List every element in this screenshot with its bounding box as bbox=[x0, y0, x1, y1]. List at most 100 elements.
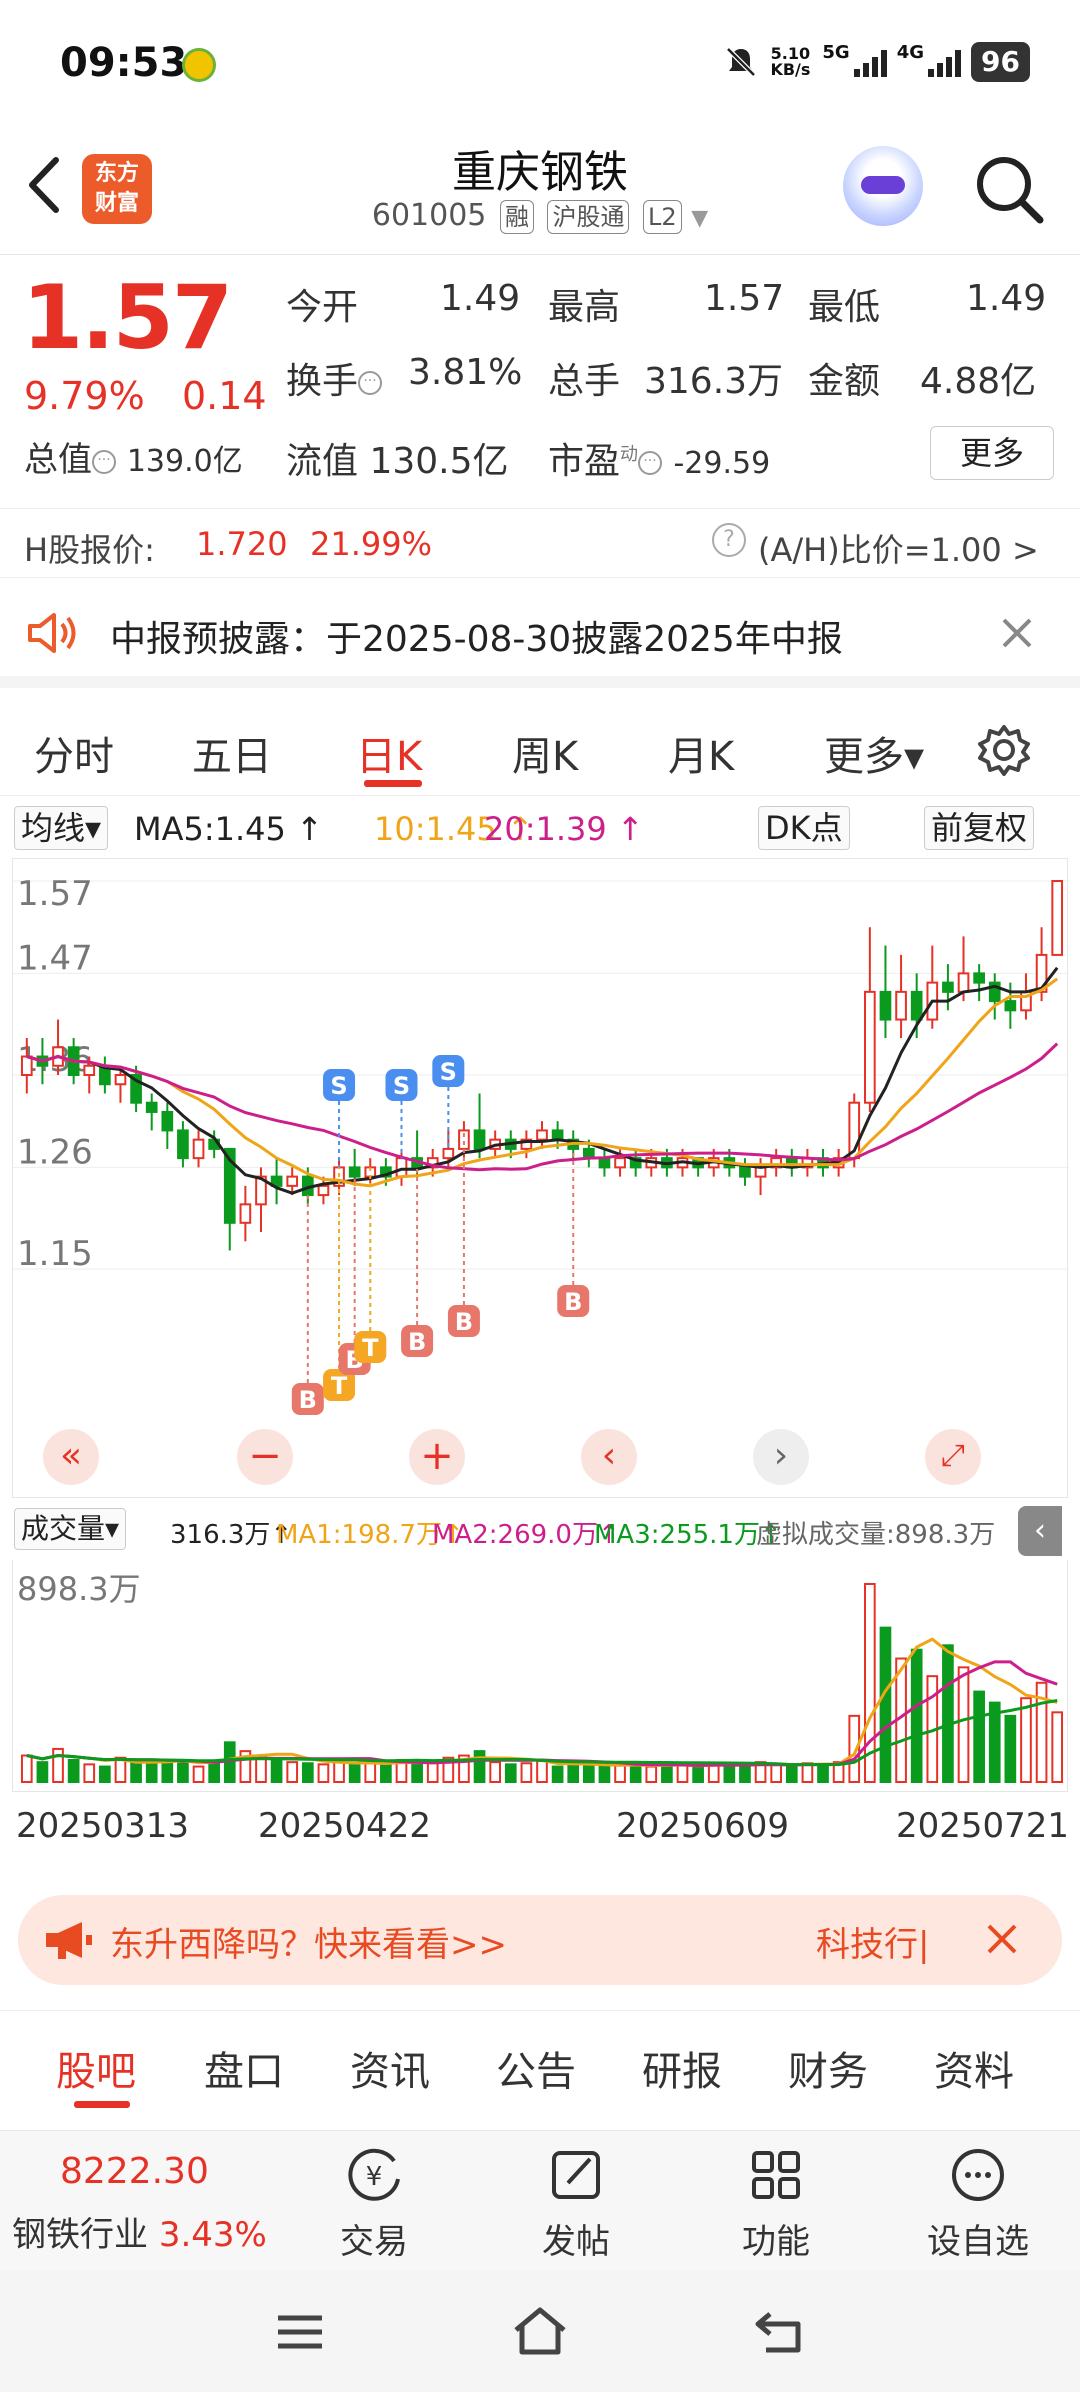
candle-body bbox=[879, 990, 892, 1021]
adjust-select[interactable]: 前复权 bbox=[924, 806, 1035, 850]
functions-button[interactable]: 功能 bbox=[716, 2145, 836, 2263]
close-icon[interactable] bbox=[998, 614, 1036, 652]
volume-bar bbox=[161, 1762, 174, 1783]
candle-body bbox=[895, 990, 907, 1021]
stock-header: 东方 财富 重庆钢铁 601005 融 沪股通 L2 ▼ bbox=[0, 130, 1080, 255]
index-value[interactable]: 8222.30 bbox=[60, 2151, 209, 2192]
prev-button[interactable]: ‹ bbox=[581, 1429, 637, 1485]
ma5-value: MA5:1.45 ↑ bbox=[134, 810, 323, 848]
candle-body bbox=[942, 981, 954, 993]
tab-daily-k[interactable]: 日K bbox=[356, 724, 422, 782]
volume-bar bbox=[957, 1666, 970, 1783]
home-icon[interactable] bbox=[510, 2304, 570, 2358]
chart-period-tabs: 分时 五日 日K 周K 月K 更多▾ bbox=[0, 700, 1080, 796]
tab-profile[interactable]: 资料 bbox=[934, 2039, 1014, 2097]
close-icon[interactable] bbox=[984, 1921, 1020, 1957]
kline-chart[interactable]: 1.571.471.361.261.15SSSBTBTBBB « − + ‹ ›… bbox=[12, 858, 1069, 1498]
info-dots-icon: ··· bbox=[92, 449, 116, 474]
hshare-label: H股报价: bbox=[24, 531, 155, 569]
hshare-row[interactable]: H股报价: 1.720 21.99% ? (A/H)比价=1.00 > bbox=[0, 508, 1080, 578]
post-button[interactable]: 发帖 bbox=[516, 2145, 636, 2263]
ma-indicator-bar: 均线▾ MA5:1.45 ↑ 10:1.45 ↑ 20:1.39 ↑ DK点 前… bbox=[0, 800, 1080, 860]
candle-body bbox=[83, 1064, 96, 1076]
volume-bar bbox=[817, 1763, 829, 1784]
zoom-in-button[interactable]: + bbox=[409, 1429, 465, 1485]
assistant-avatar[interactable] bbox=[843, 146, 923, 226]
search-button[interactable] bbox=[970, 150, 1050, 230]
volume-bar bbox=[661, 1763, 673, 1784]
tab-announcements[interactable]: 公告 bbox=[496, 2039, 576, 2097]
volume-bar bbox=[973, 1690, 985, 1783]
trade-button[interactable]: ¥ 交易 bbox=[314, 2145, 434, 2263]
yen-icon: ¥ bbox=[348, 2148, 400, 2201]
volume-bar bbox=[286, 1761, 299, 1783]
stock-code: 601005 bbox=[371, 198, 487, 233]
promo-banner[interactable]: 东升西降吗？快来看看>> 科技行| bbox=[18, 1895, 1062, 1985]
net-4g-label: 4G bbox=[896, 42, 925, 63]
zoom-out-button[interactable]: − bbox=[237, 1429, 293, 1485]
add-watchlist-button[interactable]: 设自选 bbox=[918, 2145, 1038, 2263]
candle-body bbox=[473, 1129, 486, 1150]
current-price: 1.57 bbox=[22, 266, 233, 369]
settings-gear-icon[interactable] bbox=[976, 722, 1032, 778]
date-label: 20250422 bbox=[258, 1806, 432, 1846]
volume-bar bbox=[177, 1760, 189, 1783]
tab-more[interactable]: 更多▾ bbox=[824, 724, 924, 782]
high-label: 最高 bbox=[548, 287, 621, 328]
tab-forum[interactable]: 股吧 bbox=[56, 2039, 136, 2097]
amount-label: 金额 bbox=[808, 361, 881, 402]
volume-select[interactable]: 成交量▾ bbox=[14, 1508, 127, 1550]
tab-five-day[interactable]: 五日 bbox=[192, 724, 272, 782]
dropdown-caret-icon: ▼ bbox=[691, 206, 709, 231]
help-icon[interactable]: ? bbox=[712, 523, 746, 557]
candle-body bbox=[1004, 1000, 1017, 1012]
collapse-panel-button[interactable]: ‹ bbox=[1018, 1506, 1062, 1556]
candle-body bbox=[614, 1157, 626, 1169]
candle-body bbox=[442, 1147, 455, 1160]
net-speed: 5.10 KB/s bbox=[770, 44, 811, 79]
notice-banner[interactable]: 中报预披露：于2025-08-30披露2025年中报 bbox=[0, 590, 1080, 688]
date-label: 20250313 bbox=[16, 1806, 190, 1846]
tab-research[interactable]: 研报 bbox=[642, 2039, 722, 2097]
tab-order-book[interactable]: 盘口 bbox=[204, 2039, 284, 2097]
mute-bell-icon bbox=[726, 47, 757, 77]
tab-intraday[interactable]: 分时 bbox=[34, 724, 114, 782]
candle-body bbox=[348, 1166, 361, 1178]
tab-finance[interactable]: 财务 bbox=[788, 2039, 868, 2097]
search-icon bbox=[977, 157, 1044, 224]
tab-monthly-k[interactable]: 月K bbox=[668, 724, 734, 782]
promo-text: 东升西降吗？快来看看>> bbox=[110, 1925, 507, 1965]
vol-ma3: MA3:255.1万↑ bbox=[594, 1520, 782, 1550]
volume-bar bbox=[598, 1765, 611, 1784]
promo-tag: 科技行| bbox=[816, 1925, 930, 1965]
next-button[interactable]: › bbox=[753, 1429, 809, 1485]
net-5g-label: 5G bbox=[822, 42, 850, 63]
candle-body bbox=[145, 1101, 158, 1113]
speaker-icon bbox=[28, 613, 76, 653]
date-label: 20250721 bbox=[896, 1806, 1070, 1846]
volume-label: 总手 bbox=[548, 361, 621, 402]
tab-weekly-k[interactable]: 周K bbox=[512, 724, 578, 782]
hshare-price: 1.720 bbox=[196, 525, 288, 563]
volume-bar bbox=[1020, 1697, 1032, 1783]
candle-body bbox=[20, 1055, 33, 1076]
volume-chart[interactable]: 898.3万 bbox=[12, 1560, 1068, 1792]
candle-body bbox=[973, 972, 985, 984]
fullscreen-button[interactable]: ⤢ bbox=[925, 1429, 981, 1485]
volume-bar bbox=[67, 1758, 80, 1784]
volume-bar bbox=[411, 1760, 423, 1783]
dk-point-select[interactable]: DK点 bbox=[758, 806, 850, 850]
more-quote-button[interactable]: 更多 bbox=[930, 426, 1054, 480]
volume-bar bbox=[489, 1761, 502, 1783]
candle-body bbox=[395, 1157, 408, 1178]
candle-body bbox=[192, 1138, 205, 1160]
index-name[interactable]: 钢铁行业 3.43% bbox=[12, 2207, 267, 2256]
menu-icon[interactable] bbox=[272, 2310, 328, 2354]
candle-body bbox=[598, 1157, 611, 1169]
rewind-button[interactable]: « bbox=[43, 1429, 99, 1485]
candle-body bbox=[957, 972, 970, 993]
tab-news[interactable]: 资讯 bbox=[350, 2039, 430, 2097]
app-notification-icon bbox=[182, 48, 216, 82]
back-nav-icon[interactable] bbox=[752, 2306, 808, 2356]
ma-mode-select[interactable]: 均线▾ bbox=[14, 806, 109, 850]
